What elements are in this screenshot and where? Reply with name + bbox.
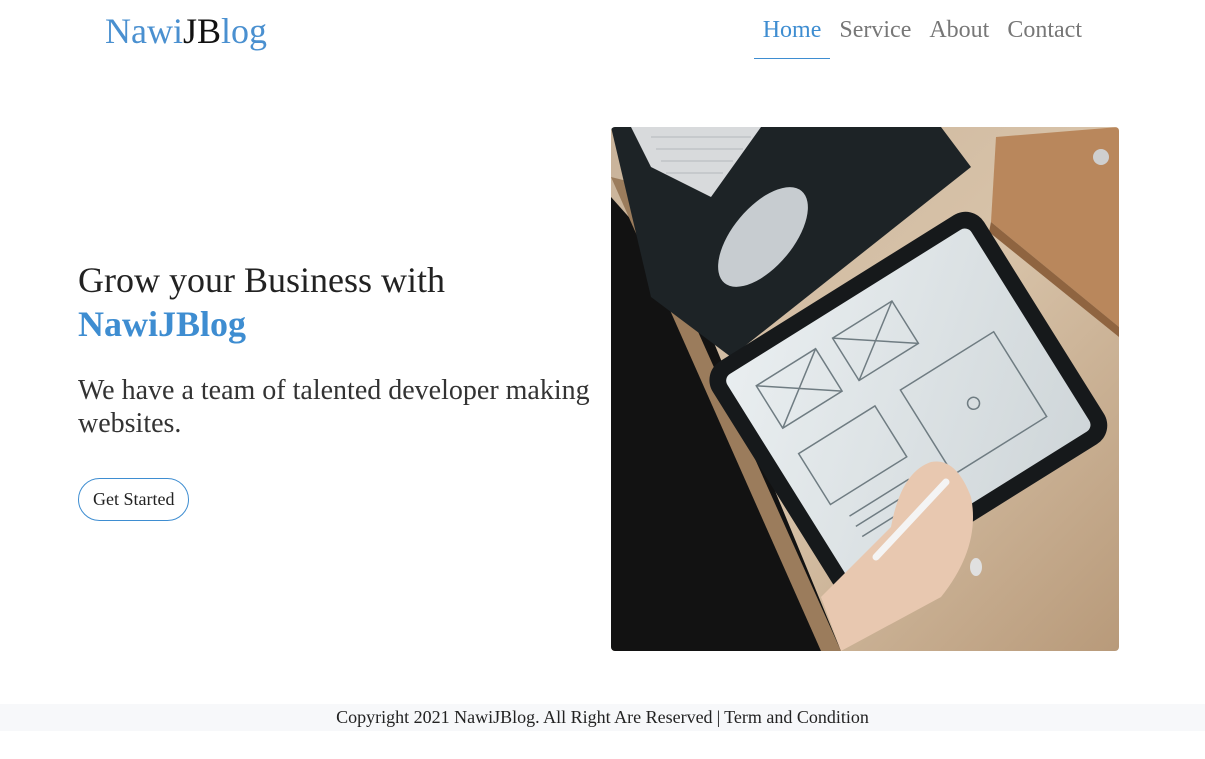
brand-part-3: log	[221, 11, 268, 51]
hero-subtitle: We have a team of talented developer mak…	[78, 375, 590, 439]
nav-link-contact[interactable]: Contact	[998, 0, 1091, 59]
tablet-desk-photo	[611, 127, 1119, 651]
terms-link[interactable]: Term and Condition	[724, 707, 869, 727]
get-started-button[interactable]: Get Started	[78, 478, 190, 521]
hero-title-accent: NawiJBlog	[78, 304, 247, 344]
hero-section: Grow your Business with NawiJBlog We hav…	[78, 258, 598, 521]
main-nav: Home Service About Contact	[753, 0, 1091, 59]
nav-link-about[interactable]: About	[920, 0, 998, 59]
footer: Copyright 2021 NawiJBlog. All Right Are …	[0, 704, 1205, 731]
footer-copyright: Copyright 2021 NawiJBlog. All Right Are …	[336, 707, 713, 727]
nav-link-home[interactable]: Home	[753, 0, 831, 59]
hero-title: Grow your Business with NawiJBlog	[78, 258, 598, 346]
nav-link-service[interactable]: Service	[830, 0, 920, 59]
footer-separator: |	[716, 707, 721, 727]
brand-logo[interactable]: NawiJBlog	[105, 9, 267, 53]
navbar: NawiJBlog Home Service About Contact	[0, 0, 1205, 62]
brand-part-1: Nawi	[105, 11, 183, 51]
hero-image	[611, 127, 1119, 651]
hero-title-line: Grow your Business with	[78, 260, 445, 300]
brand-part-2: JB	[182, 11, 222, 51]
